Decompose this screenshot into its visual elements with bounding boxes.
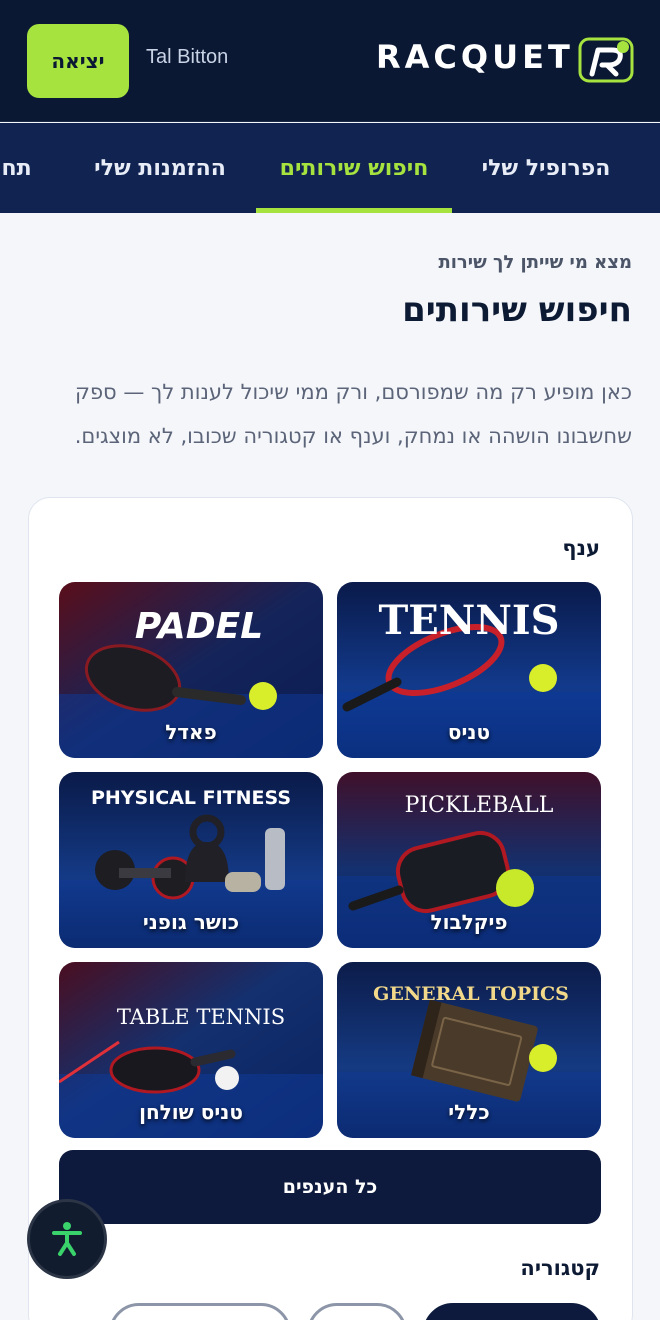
category-chip[interactable] xyxy=(109,1303,291,1320)
main-nav-tabs: הפרופיל שלי חיפוש שירותים ההזמנות שלי תח… xyxy=(0,123,660,213)
branch-tile-tennis[interactable]: TENNIS טניס xyxy=(337,582,601,758)
branch-tile-label: טניס xyxy=(447,720,491,744)
svg-text:GENERAL TOPICS: GENERAL TOPICS xyxy=(373,983,569,1005)
search-filters-card: ענף TENNIS טניס PADEL פאדל PICKLEBALL פי… xyxy=(28,497,633,1320)
all-branches-button[interactable]: כל הענפים xyxy=(59,1150,601,1224)
category-section-label: קטגוריה xyxy=(520,1256,600,1280)
top-header: יציאה Tal Bitton RACQUET xyxy=(0,0,660,122)
branch-tile-label: פאדל xyxy=(165,720,217,744)
tab-service-search[interactable]: חיפוש שירותים xyxy=(256,123,452,213)
branch-tile-label: כללי xyxy=(448,1100,490,1124)
branch-tile-pickleball[interactable]: PICKLEBALL פיקלבול xyxy=(337,772,601,948)
svg-text:TABLE TENNIS: TABLE TENNIS xyxy=(117,1005,285,1029)
tab-my-orders[interactable]: ההזמנות שלי xyxy=(80,123,240,213)
tab-my-profile[interactable]: הפרופיל שלי xyxy=(462,123,630,213)
svg-text:PHYSICAL FITNESS: PHYSICAL FITNESS xyxy=(91,787,291,809)
svg-text:TENNIS: TENNIS xyxy=(379,597,560,644)
svg-text:PADEL: PADEL xyxy=(135,606,263,647)
racquet-logo-icon xyxy=(578,37,634,83)
category-chip-selected[interactable] xyxy=(423,1303,601,1320)
accessibility-icon xyxy=(52,1222,82,1256)
accessibility-button[interactable] xyxy=(27,1199,107,1279)
brand-name: RACQUET xyxy=(376,38,574,76)
branch-tile-label: פיקלבול xyxy=(430,910,508,934)
svg-text:PICKLEBALL: PICKLEBALL xyxy=(405,793,554,818)
logout-button[interactable]: יציאה xyxy=(27,24,129,98)
page-title: חיפוש שירותים xyxy=(402,290,632,330)
branch-tile-padel[interactable]: PADEL פאדל xyxy=(59,582,323,758)
category-chip[interactable] xyxy=(307,1303,407,1320)
page-description: כאן מופיע רק מה שמפורסם, ורק ממי שיכול ל… xyxy=(74,380,632,448)
page-eyebrow: מצא מי שייתן לך שירות xyxy=(438,252,632,273)
branch-tile-fitness[interactable]: PHYSICAL FITNESS כושר גופני xyxy=(59,772,323,948)
branch-tile-label: טניס שולחן xyxy=(139,1100,243,1124)
tab-partial[interactable]: תחו xyxy=(0,123,46,213)
branch-tile-general[interactable]: GENERAL TOPICS כללי xyxy=(337,962,601,1138)
branch-tile-table-tennis[interactable]: TABLE TENNIS טניס שולחן xyxy=(59,962,323,1138)
branch-section-label: ענף xyxy=(562,536,600,560)
branch-tile-label: כושר גופני xyxy=(142,910,240,934)
user-name: Tal Bitton xyxy=(146,46,229,68)
